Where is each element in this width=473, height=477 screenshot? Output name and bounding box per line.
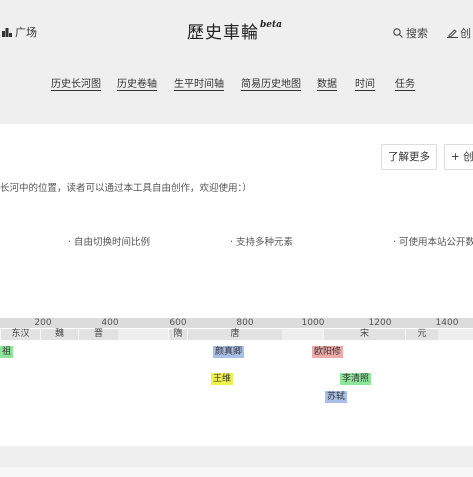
square-link[interactable]: 广场 xyxy=(2,24,37,40)
dynasty-row: 东汉 魏 晋 隋 唐 宋 元 xyxy=(0,329,473,340)
nav-item-history-map[interactable]: 简易历史地图 xyxy=(241,75,301,90)
person-li-qingzhao[interactable]: 李清照 xyxy=(340,373,372,385)
axis-tick: 1000 xyxy=(301,318,325,328)
site-logo[interactable]: 歷史車輪beta xyxy=(187,18,282,43)
dynasty-jin[interactable]: 晋 xyxy=(78,329,118,340)
square-label: 广场 xyxy=(15,26,37,39)
person-wang-wei[interactable]: 王维 xyxy=(211,373,234,385)
logo-text: 歷史車輪 xyxy=(187,23,259,43)
nav-item-data[interactable]: 数据 xyxy=(317,75,337,90)
axis-tick: 200 xyxy=(34,318,52,328)
feature-time-scale: · 自由切换时间比例 xyxy=(68,237,151,248)
create-link[interactable]: 创 xyxy=(447,25,471,41)
nav-item-river-map[interactable]: 历史长河图 xyxy=(51,75,101,90)
feature-public-data: · 可使用本站公开数 xyxy=(393,237,473,248)
axis-tick: 1200 xyxy=(368,318,392,328)
person-su-shi[interactable]: 苏轼 xyxy=(325,391,348,403)
nav-item-tasks[interactable]: 任务 xyxy=(395,75,415,90)
learn-more-button[interactable]: 了解更多 xyxy=(381,144,437,170)
feature-elements: · 支持多种元素 xyxy=(230,237,294,248)
dynasty-eastern-han[interactable]: 东汉 xyxy=(0,329,40,340)
dynasty-song[interactable]: 宋 xyxy=(323,329,405,340)
nav-item-scroll[interactable]: 历史卷轴 xyxy=(117,75,157,90)
dynasty-wei[interactable]: 魏 xyxy=(40,329,78,340)
dynasty-yuan[interactable]: 元 xyxy=(405,329,438,340)
axis-tick: 1400 xyxy=(435,318,459,328)
search-label: 搜索 xyxy=(406,27,428,40)
axis-tick: 400 xyxy=(101,318,119,328)
dynasty-tang[interactable]: 唐 xyxy=(187,329,282,340)
axis-tick: 800 xyxy=(236,318,254,328)
search-icon xyxy=(393,28,403,38)
timeline-axis: 200 400 600 800 1000 1200 1400 xyxy=(0,318,473,328)
search-link[interactable]: 搜索 xyxy=(393,25,428,41)
nav-item-life-timeline[interactable]: 生平时间轴 xyxy=(174,75,224,90)
page: 广场 歷史車輪beta 搜索 创 历史长河图 历史卷轴 生平时间轴 简易历史地图… xyxy=(0,0,473,477)
nav-item-time[interactable]: 时间 xyxy=(355,75,375,90)
next-section-edge xyxy=(0,467,473,477)
create-button[interactable]: + 创 xyxy=(444,144,473,170)
person-yan-zhenqing[interactable]: 颜真卿 xyxy=(213,346,245,358)
intro-text: 长河中的位置，读者可以通过本工具自由创作，欢迎使用：） xyxy=(0,183,252,194)
square-icon xyxy=(2,27,12,37)
person-ouyang-xiu[interactable]: 欧阳修 xyxy=(312,346,344,358)
dynasty-sui[interactable]: 隋 xyxy=(168,329,187,340)
main-nav: 历史长河图 历史卷轴 生平时间轴 简易历史地图 数据 时间 任务 xyxy=(0,75,473,93)
create-label: 创 xyxy=(460,27,471,40)
create-icon xyxy=(447,29,458,38)
person-zu[interactable]: 祖 xyxy=(0,346,14,358)
intro-card: 了解更多 + 创 长河中的位置，读者可以通过本工具自由创作，欢迎使用：） · 自… xyxy=(0,124,473,446)
axis-tick: 600 xyxy=(169,318,187,328)
beta-badge: beta xyxy=(260,20,283,31)
